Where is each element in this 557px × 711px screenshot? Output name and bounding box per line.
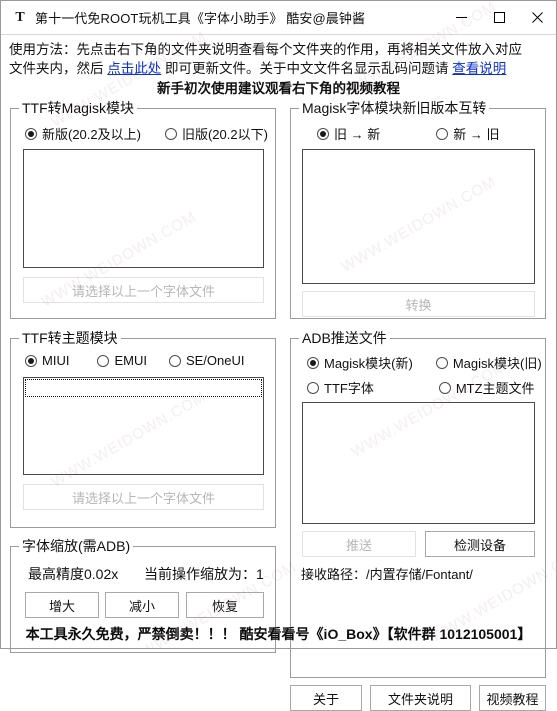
adb-push-radio-row-2: TTF字体 MTZ主题文件	[307, 378, 535, 397]
maximize-icon[interactable]	[480, 1, 518, 34]
font-scale-decrease-button[interactable]: 减小	[105, 592, 179, 618]
ttf-to-theme-file-list[interactable]	[23, 377, 264, 475]
radio-label: MTZ主题文件	[455, 381, 535, 396]
radio-dot-icon	[307, 356, 319, 369]
group-ttf-to-magisk: TTF转Magisk模块 新版(20.2及以上) 旧版(20.2以下) 请选择以…	[10, 100, 276, 319]
radio-magisk-old-to-new[interactable]: 旧 → 新	[317, 124, 380, 143]
adb-push-button[interactable]: 推送	[302, 531, 416, 557]
group-ttf-to-theme: TTF转主题模块 MIUI EMUI SE/OneUI 请选择以上一个字体文件	[10, 330, 276, 528]
ttf-to-theme-convert-button[interactable]: 请选择以上一个字体文件	[23, 484, 264, 510]
radio-adb-magisk-new[interactable]: Magisk模块(新)	[307, 353, 413, 372]
instruction-line-2: 文件夹内，然后 点击此处 即可更新文件。关于中文文件名显示乱码问题请 查看说明	[9, 59, 548, 78]
radio-magisk-new-to-old[interactable]: 新 → 旧	[436, 124, 499, 143]
adb-push-radio-row-1: Magisk模块(新) Magisk模块(旧)	[307, 353, 542, 372]
radio-ttf-magisk-old[interactable]: 旧版(20.2以下)	[164, 124, 268, 143]
magisk-convert-button[interactable]: 转换	[302, 291, 535, 317]
magisk-convert-radio-group: 旧 → 新 新 → 旧	[317, 124, 499, 143]
radio-label: 旧 → 新	[334, 127, 381, 142]
radio-dot-icon	[438, 381, 451, 394]
about-button[interactable]: 关于	[290, 685, 362, 711]
update-files-link[interactable]: 点击此处	[107, 61, 161, 76]
radio-dot-icon	[168, 354, 181, 367]
radio-theme-se-oneui[interactable]: SE/OneUI	[168, 353, 245, 368]
radio-label: Magisk模块(旧)	[452, 356, 542, 371]
radio-label: 新版(20.2及以上)	[42, 127, 141, 142]
font-scale-reset-button[interactable]: 恢复	[186, 592, 264, 618]
font-scale-current-label: 当前操作缩放为：1	[144, 566, 264, 582]
footer-notice: 本工具永久免费，严禁倒卖！！！ 酷安看看号《iO_Box》【软件群 101210…	[25, 626, 532, 642]
group-magisk-version-convert-title: Magisk字体模块新旧版本互转	[299, 100, 490, 116]
ttf-to-magisk-file-list[interactable]	[23, 149, 264, 268]
radio-adb-mtz-theme[interactable]: MTZ主题文件	[438, 378, 535, 397]
radio-dot-icon	[436, 127, 449, 140]
radio-dot-icon	[307, 381, 319, 394]
adb-detect-device-button[interactable]: 检测设备	[425, 531, 535, 557]
instruction-line-1: 使用方法：先点击右下角的文件夹说明查看每个文件夹的作用，再将相关文件放入对应	[9, 42, 522, 57]
title-bar: T 第十一代免ROOT玩机工具《字体小助手》 酷安@晨钟酱	[1, 1, 556, 35]
radio-dot-icon	[164, 127, 177, 140]
list-focus-indicator	[25, 379, 262, 397]
radio-dot-icon	[435, 356, 448, 369]
radio-adb-magisk-old[interactable]: Magisk模块(旧)	[435, 353, 542, 372]
radio-label: MIUI	[42, 353, 70, 368]
folder-description-button[interactable]: 文件夹说明	[370, 685, 471, 711]
radio-label: 新 → 旧	[453, 127, 500, 142]
content-area: TTF转Magisk模块 新版(20.2及以上) 旧版(20.2以下) 请选择以…	[1, 99, 556, 711]
ttf-to-magisk-convert-button[interactable]: 请选择以上一个字体文件	[23, 277, 264, 303]
instructions-block: 使用方法：先点击右下角的文件夹说明查看每个文件夹的作用，再将相关文件放入对应 文…	[1, 35, 556, 99]
group-adb-push-title: ADB推送文件	[299, 330, 390, 346]
minimize-icon[interactable]	[442, 1, 480, 34]
magisk-convert-file-list[interactable]	[302, 149, 535, 284]
video-tutorial-button[interactable]: 视频教程	[479, 685, 546, 711]
ttf-to-magisk-radio-group: 新版(20.2及以上) 旧版(20.2以下)	[25, 124, 268, 143]
radio-label: TTF字体	[324, 381, 374, 396]
font-scale-precision-label: 最高精度0.02x	[28, 566, 119, 582]
radio-label: Magisk模块(新)	[324, 356, 413, 371]
group-ttf-to-magisk-title: TTF转Magisk模块	[19, 100, 137, 116]
radio-dot-icon	[25, 354, 37, 367]
application-window: T 第十一代免ROOT玩机工具《字体小助手》 酷安@晨钟酱 使用方法：先点击右下…	[0, 0, 557, 711]
letter-t-icon: T	[15, 9, 25, 25]
adb-push-file-list[interactable]	[302, 402, 535, 524]
ttf-to-theme-radio-group: MIUI EMUI SE/OneUI	[25, 353, 244, 368]
group-font-scale-title: 字体缩放(需ADB)	[19, 538, 134, 554]
adb-receive-path-label: 接收路径：/内置存储/Fontant/	[301, 567, 473, 582]
radio-dot-icon	[317, 127, 329, 140]
radio-label: 旧版(20.2以下)	[181, 127, 268, 142]
radio-adb-ttf-font[interactable]: TTF字体	[307, 378, 374, 397]
radio-label: EMUI	[114, 353, 147, 368]
radio-label: SE/OneUI	[185, 353, 245, 368]
instruction-line-2-part-a: 文件夹内，然后	[9, 61, 104, 76]
group-ttf-to-theme-title: TTF转主题模块	[19, 330, 121, 346]
radio-dot-icon	[97, 354, 110, 367]
radio-theme-miui[interactable]: MIUI	[25, 353, 69, 368]
radio-theme-emui[interactable]: EMUI	[97, 353, 147, 368]
font-scale-increase-button[interactable]: 增大	[25, 592, 99, 618]
radio-ttf-magisk-new[interactable]: 新版(20.2及以上)	[25, 124, 141, 143]
beginner-hint: 新手初次使用建议观看右下角的视频教程	[157, 81, 400, 96]
group-magisk-version-convert: Magisk字体模块新旧版本互转 旧 → 新 新 → 旧 转换	[290, 100, 546, 319]
close-icon[interactable]	[518, 1, 556, 34]
window-title: 第十一代免ROOT玩机工具《字体小助手》 酷安@晨钟酱	[35, 11, 366, 26]
view-explanation-link[interactable]: 查看说明	[452, 61, 506, 76]
radio-dot-icon	[25, 127, 37, 140]
instruction-line-2-part-b: 即可更新文件。关于中文文件名显示乱码问题请	[165, 61, 449, 76]
